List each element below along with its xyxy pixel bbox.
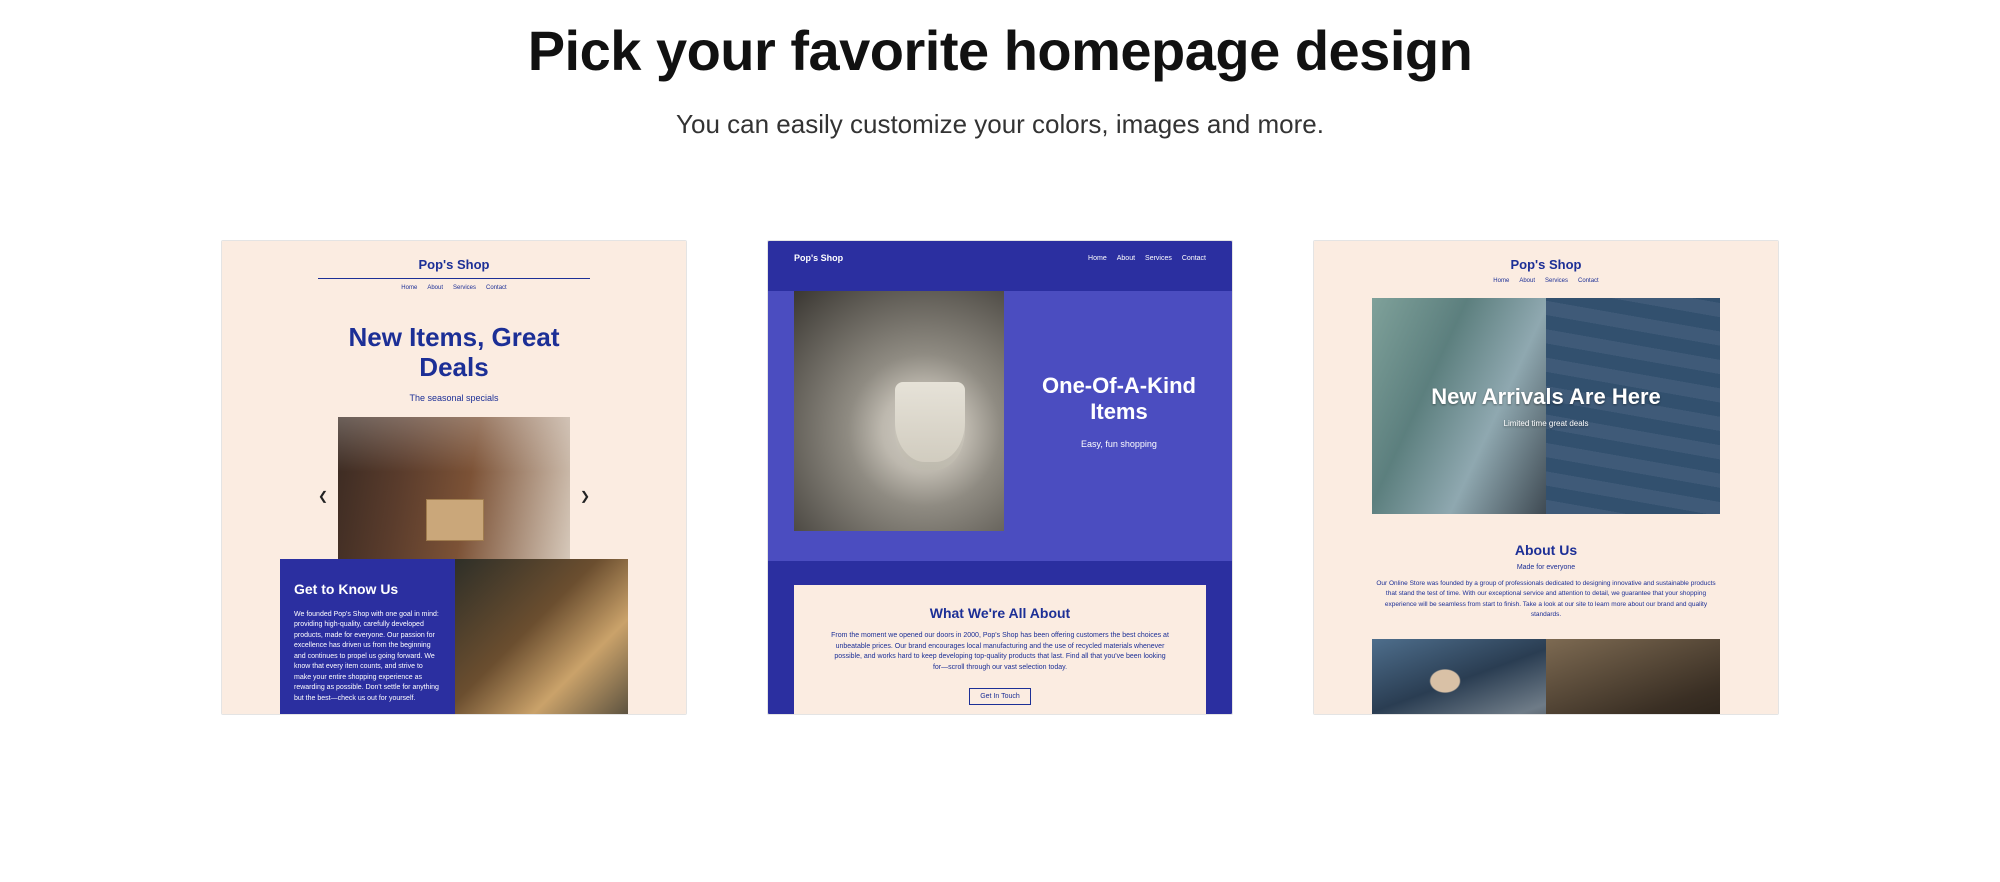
template-3-hero-title: New Arrivals Are Here — [1431, 384, 1661, 409]
template-3-about-tagline: Made for everyone — [1372, 564, 1720, 571]
template-cards-row: Pop's Shop Home About Services Contact N… — [0, 240, 2000, 715]
template-option-1[interactable]: Pop's Shop Home About Services Contact N… — [221, 240, 687, 715]
template-option-3[interactable]: Pop's Shop Home About Services Contact N… — [1313, 240, 1779, 715]
hero-image — [338, 417, 570, 575]
template-1-shop-name: Pop's Shop — [280, 257, 628, 272]
template-2-about-body: From the moment we opened our doors in 2… — [830, 631, 1170, 673]
hero-image — [794, 291, 1004, 531]
template-3-nav: Home About Services Contact — [1372, 278, 1720, 284]
chevron-right-icon: ❯ — [580, 489, 590, 503]
secondary-image — [455, 559, 628, 716]
nav-item: Home — [401, 285, 417, 291]
nav-item: About — [427, 285, 443, 291]
nav-item: Home — [1493, 278, 1509, 284]
chevron-left-icon: ❮ — [318, 489, 328, 503]
template-2-shop-name: Pop's Shop — [794, 253, 843, 263]
nav-item: Contact — [1578, 278, 1599, 284]
template-2-hero-title: One-Of-A-Kind Items — [1030, 373, 1208, 426]
divider — [318, 278, 590, 279]
nav-item: Home — [1088, 255, 1107, 262]
page-subtitle: You can easily customize your colors, im… — [0, 109, 2000, 140]
template-2-hero-subtitle: Easy, fun shopping — [1030, 439, 1208, 449]
template-2-cta-button: Get In Touch — [969, 688, 1031, 705]
nav-item: Contact — [1182, 255, 1206, 262]
page-title: Pick your favorite homepage design — [0, 18, 2000, 83]
template-1-nav: Home About Services Contact — [280, 285, 628, 291]
template-1-know-title: Get to Know Us — [294, 579, 441, 600]
nav-item: Services — [453, 285, 476, 291]
template-3-about-body: Our Online Store was founded by a group … — [1372, 579, 1720, 621]
nav-item: About — [1519, 278, 1535, 284]
template-3-hero-subtitle: Limited time great deals — [1431, 419, 1661, 428]
template-1-hero-title: New Items, Great Deals — [324, 323, 584, 383]
template-1-hero-subtitle: The seasonal specials — [222, 393, 686, 403]
template-1-know-body: We founded Pop's Shop with one goal in m… — [294, 610, 441, 705]
nav-item: Contact — [486, 285, 507, 291]
template-2-nav: Home About Services Contact — [1088, 255, 1206, 262]
template-3-about-title: About Us — [1372, 542, 1720, 558]
template-3-shop-name: Pop's Shop — [1372, 257, 1720, 272]
nav-item: About — [1117, 255, 1135, 262]
template-2-about-title: What We're All About — [830, 605, 1170, 621]
nav-item: Services — [1545, 278, 1568, 284]
template-1-know-panel: Get to Know Us We founded Pop's Shop wit… — [280, 559, 455, 716]
nav-item: Services — [1145, 255, 1172, 262]
secondary-image-left — [1372, 639, 1546, 715]
template-option-2[interactable]: Pop's Shop Home About Services Contact O… — [767, 240, 1233, 715]
secondary-image-right — [1546, 639, 1720, 715]
